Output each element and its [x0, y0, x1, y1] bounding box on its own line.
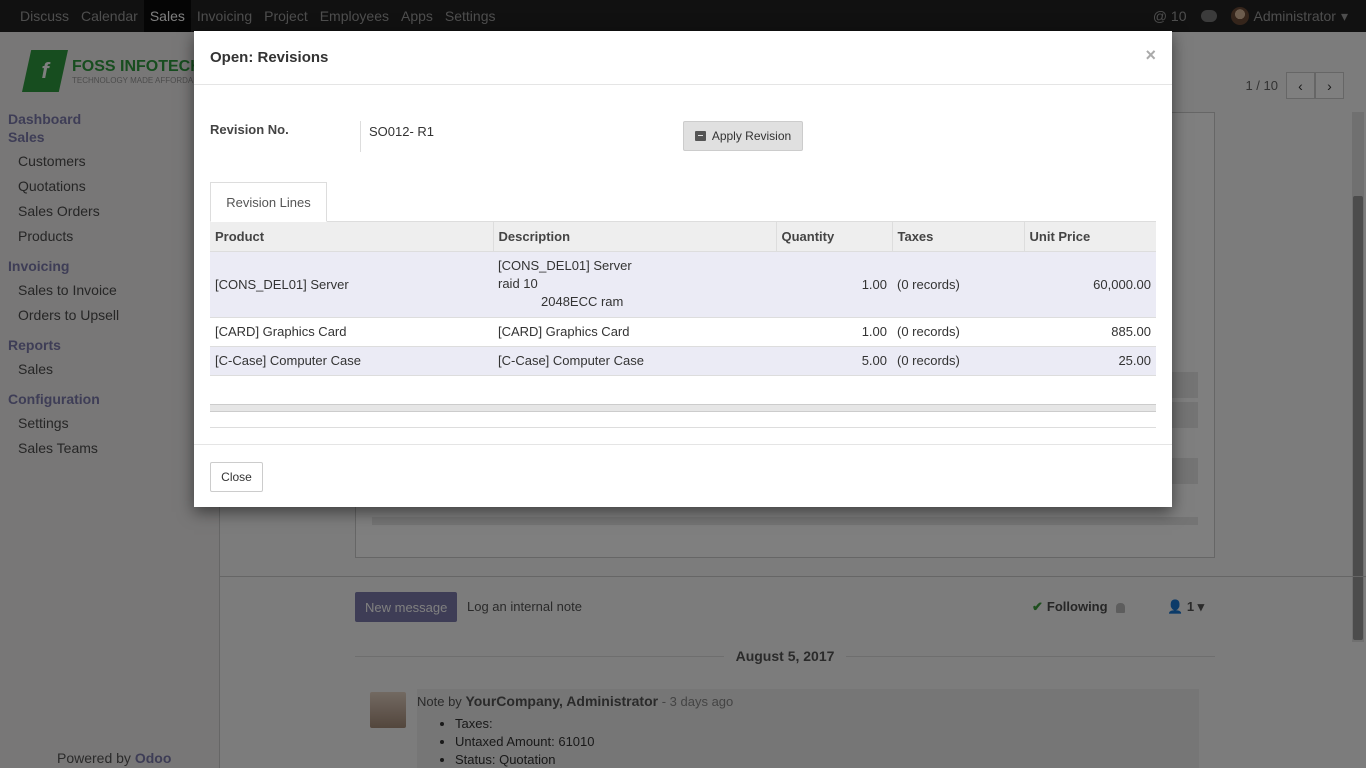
table-row[interactable]: [CONS_DEL01] Server [CONS_DEL01] Server …: [210, 251, 1156, 318]
cell-taxes: (0 records): [892, 317, 1024, 347]
close-icon[interactable]: ×: [1145, 45, 1156, 66]
table-header-row: Product Description Quantity Taxes Unit …: [210, 222, 1156, 252]
revision-no-value: SO012- R1: [369, 124, 435, 139]
cell-description: [CARD] Graphics Card: [493, 317, 776, 347]
dialog-header: Open: Revisions ×: [194, 31, 1172, 85]
cell-unit-price: 25.00: [1024, 346, 1156, 376]
revision-no-label: Revision No.: [210, 122, 289, 137]
column-header-taxes[interactable]: Taxes: [892, 222, 1025, 252]
table-row[interactable]: [CARD] Graphics Card [CARD] Graphics Car…: [210, 317, 1156, 347]
cell-unit-price: 885.00: [1024, 317, 1156, 347]
cell-taxes: (0 records): [892, 251, 1024, 318]
column-header-product[interactable]: Product: [210, 222, 494, 252]
cell-taxes: (0 records): [892, 346, 1024, 376]
column-header-unit-price[interactable]: Unit Price: [1024, 222, 1156, 252]
cell-quantity: 1.00: [776, 251, 892, 318]
cell-product: [CONS_DEL01] Server: [210, 251, 493, 318]
column-header-description[interactable]: Description: [493, 222, 777, 252]
revision-lines-table: Product Description Quantity Taxes Unit …: [210, 222, 1156, 376]
cell-description: [CONS_DEL01] Server raid 10 2048ECC ram: [493, 251, 776, 318]
revisions-dialog: Open: Revisions × Revision No. SO012- R1…: [194, 31, 1172, 507]
close-button[interactable]: Close: [210, 462, 263, 492]
cell-quantity: 5.00: [776, 346, 892, 376]
table-footer: [210, 404, 1156, 412]
tab-revision-lines[interactable]: Revision Lines: [210, 182, 327, 222]
archive-icon: [694, 131, 706, 141]
cell-product: [CARD] Graphics Card: [210, 317, 493, 347]
table-row[interactable]: [C-Case] Computer Case [C-Case] Computer…: [210, 346, 1156, 376]
dialog-title: Open: Revisions: [210, 49, 329, 66]
cell-unit-price: 60,000.00: [1024, 251, 1156, 318]
cell-description: [C-Case] Computer Case: [493, 346, 776, 376]
column-header-quantity[interactable]: Quantity: [776, 222, 893, 252]
cell-quantity: 1.00: [776, 317, 892, 347]
apply-revision-button[interactable]: Apply Revision: [683, 121, 803, 151]
field-divider: [360, 121, 361, 152]
dialog-footer: Close: [194, 444, 1172, 507]
table-bottom-divider: [210, 427, 1156, 428]
cell-product: [C-Case] Computer Case: [210, 346, 493, 376]
